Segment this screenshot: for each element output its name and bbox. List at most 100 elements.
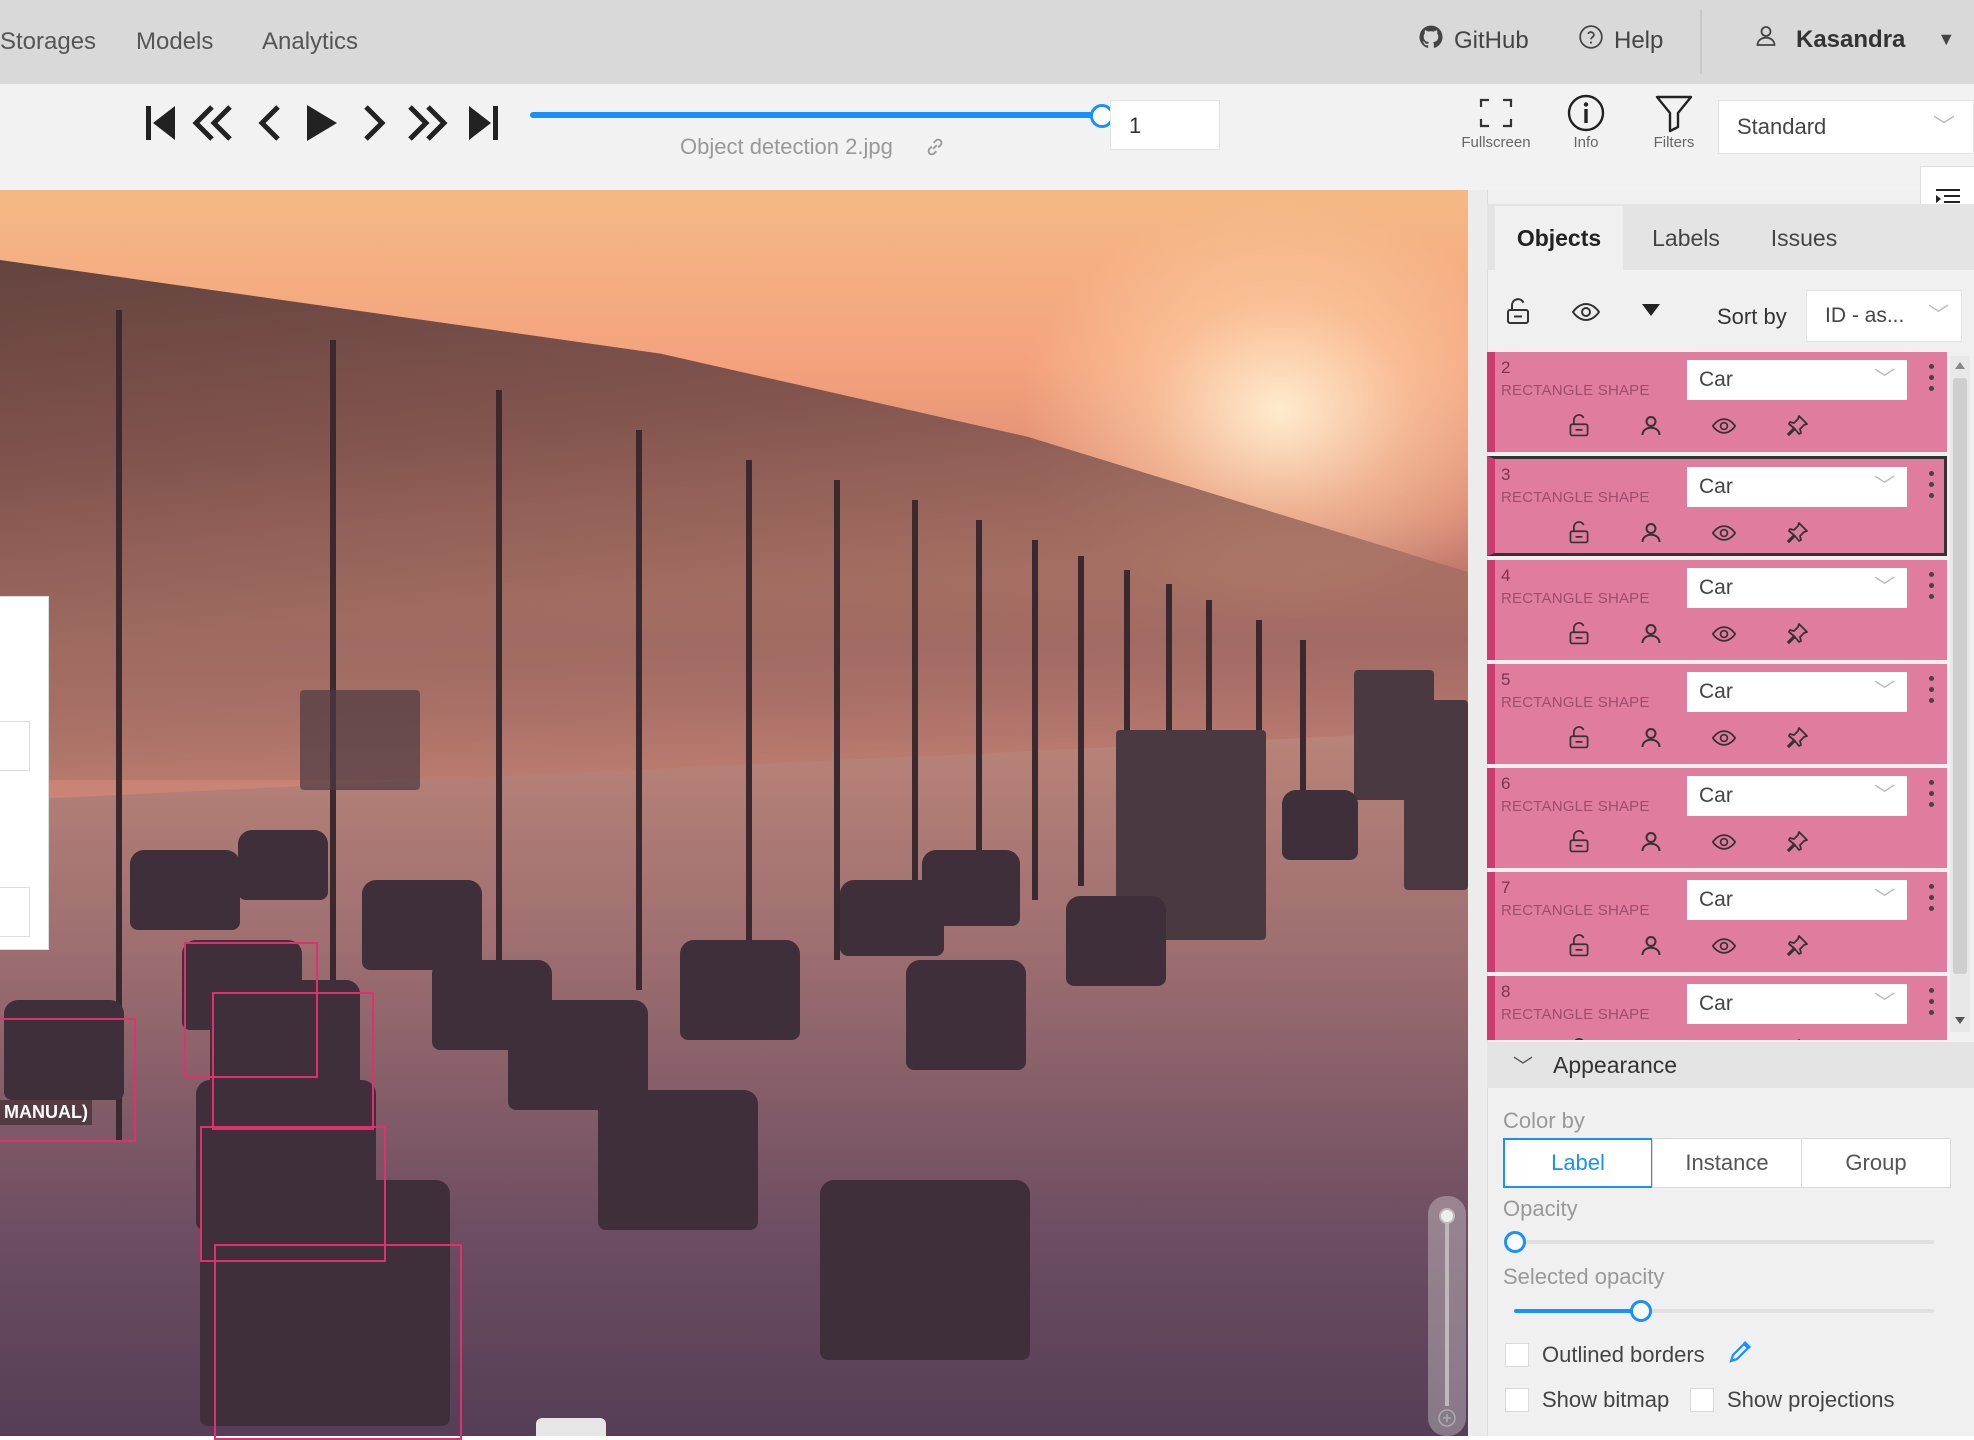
object-label-select[interactable]: Car ﹀ xyxy=(1687,776,1907,816)
lock-icon[interactable] xyxy=(1567,726,1591,755)
scroll-down-icon[interactable] xyxy=(1954,1016,1966,1026)
object-item[interactable]: 2 RECTANGLE SHAPE Car ﹀ xyxy=(1487,352,1947,452)
pin-icon[interactable] xyxy=(1785,830,1809,859)
nav-analytics[interactable]: Analytics xyxy=(262,28,358,56)
play-button[interactable] xyxy=(298,100,344,146)
object-menu-button[interactable] xyxy=(1925,880,1937,920)
filters-button[interactable]: Filters xyxy=(1634,92,1714,151)
object-list-scrollbar[interactable] xyxy=(1950,356,1970,1032)
appearance-section-header[interactable]: ﹀ Appearance xyxy=(1487,1042,1974,1088)
first-frame-button[interactable] xyxy=(138,100,184,146)
lock-icon[interactable] xyxy=(1567,1038,1591,1040)
object-menu-button[interactable] xyxy=(1925,776,1937,816)
object-menu-button[interactable] xyxy=(1925,467,1937,507)
last-frame-button[interactable] xyxy=(460,100,506,146)
eye-icon[interactable] xyxy=(1711,934,1737,963)
panel-select[interactable] xyxy=(0,721,30,771)
user-menu[interactable]: Kasandra ▼ xyxy=(1754,24,1955,55)
nav-models[interactable]: Models xyxy=(136,28,213,56)
previous-frame-button[interactable] xyxy=(246,100,292,146)
zoom-in-icon[interactable] xyxy=(1437,1408,1457,1428)
frame-number-input[interactable]: 1 xyxy=(1110,100,1220,150)
bounding-box[interactable] xyxy=(212,992,374,1130)
info-button[interactable]: Info xyxy=(1546,92,1626,151)
user-icon[interactable] xyxy=(1639,726,1663,755)
back-step-button[interactable] xyxy=(190,100,236,146)
opacity-slider[interactable] xyxy=(1514,1240,1934,1244)
scroll-up-icon[interactable] xyxy=(1954,360,1966,370)
object-item[interactable]: 6 RECTANGLE SHAPE Car ﹀ xyxy=(1487,768,1947,868)
eye-all-icon[interactable] xyxy=(1571,298,1601,331)
lock-icon[interactable] xyxy=(1567,414,1591,443)
pin-icon[interactable] xyxy=(1785,934,1809,963)
user-icon[interactable] xyxy=(1639,1038,1663,1040)
object-label-select[interactable]: Car ﹀ xyxy=(1687,467,1907,507)
user-icon[interactable] xyxy=(1639,521,1663,550)
bottom-panel-toggle[interactable] xyxy=(536,1418,606,1436)
workspace-select[interactable]: Standard ﹀ xyxy=(1718,100,1974,154)
eye-icon[interactable] xyxy=(1711,726,1737,755)
copy-link-icon[interactable] xyxy=(924,136,946,163)
color-by-label-option[interactable]: Label xyxy=(1503,1138,1653,1188)
forward-step-button[interactable] xyxy=(404,100,450,146)
object-item[interactable]: 3 RECTANGLE SHAPE Car ﹀ xyxy=(1487,456,1947,556)
tab-issues[interactable]: Issues xyxy=(1748,206,1860,270)
color-by-instance-option[interactable]: Instance xyxy=(1652,1138,1802,1188)
eye-icon[interactable] xyxy=(1711,622,1737,651)
object-item[interactable]: 4 RECTANGLE SHAPE Car ﹀ xyxy=(1487,560,1947,660)
eye-icon[interactable] xyxy=(1711,521,1737,550)
show-projections-checkbox[interactable] xyxy=(1690,1388,1714,1412)
lock-icon[interactable] xyxy=(1567,622,1591,651)
lock-icon[interactable] xyxy=(1567,934,1591,963)
fullscreen-button[interactable]: Fullscreen xyxy=(1456,92,1536,151)
lock-all-icon[interactable] xyxy=(1505,298,1531,331)
object-menu-button[interactable] xyxy=(1925,984,1937,1024)
next-frame-button[interactable] xyxy=(352,100,398,146)
caret-down-icon[interactable] xyxy=(1641,302,1661,323)
eye-icon[interactable] xyxy=(1711,830,1737,859)
user-icon[interactable] xyxy=(1639,414,1663,443)
zoom-handle[interactable] xyxy=(1439,1208,1455,1224)
pin-icon[interactable] xyxy=(1785,1038,1809,1040)
object-menu-button[interactable] xyxy=(1925,360,1937,400)
pin-icon[interactable] xyxy=(1785,414,1809,443)
object-menu-button[interactable] xyxy=(1925,672,1937,712)
outlined-borders-checkbox[interactable] xyxy=(1505,1343,1529,1367)
canvas-zoom-slider[interactable] xyxy=(1428,1196,1466,1436)
object-item[interactable]: 8 RECTANGLE SHAPE Car ﹀ xyxy=(1487,976,1947,1040)
panel-input[interactable] xyxy=(0,887,30,937)
scrollbar-thumb[interactable] xyxy=(1953,378,1967,974)
color-picker-icon[interactable] xyxy=(1726,1338,1754,1371)
sort-select[interactable]: ID - as... ﹀ xyxy=(1806,290,1962,342)
show-bitmap-checkbox[interactable] xyxy=(1505,1388,1529,1412)
lock-icon[interactable] xyxy=(1567,521,1591,550)
opacity-slider-handle[interactable] xyxy=(1504,1231,1526,1253)
nav-storages[interactable]: Storages xyxy=(0,28,96,56)
help-link[interactable]: Help xyxy=(1578,24,1663,57)
bounding-box[interactable] xyxy=(214,1244,462,1440)
tab-objects[interactable]: Objects xyxy=(1495,206,1623,270)
pin-icon[interactable] xyxy=(1785,622,1809,651)
object-menu-button[interactable] xyxy=(1925,568,1937,608)
bounding-box[interactable] xyxy=(200,1126,386,1262)
object-label-select[interactable]: Car ﹀ xyxy=(1687,360,1907,400)
eye-icon[interactable] xyxy=(1711,1038,1737,1040)
color-by-group-option[interactable]: Group xyxy=(1801,1138,1951,1188)
object-item[interactable]: 5 RECTANGLE SHAPE Car ﹀ xyxy=(1487,664,1947,764)
tab-labels[interactable]: Labels xyxy=(1628,206,1744,270)
pin-icon[interactable] xyxy=(1785,726,1809,755)
user-icon[interactable] xyxy=(1639,830,1663,859)
user-icon[interactable] xyxy=(1639,934,1663,963)
github-link[interactable]: GitHub xyxy=(1418,24,1529,57)
object-label-select[interactable]: Car ﹀ xyxy=(1687,672,1907,712)
frame-slider-track[interactable] xyxy=(530,112,1102,118)
pin-icon[interactable] xyxy=(1785,521,1809,550)
lock-icon[interactable] xyxy=(1567,830,1591,859)
object-label-select[interactable]: Car ﹀ xyxy=(1687,568,1907,608)
object-label-select[interactable]: Car ﹀ xyxy=(1687,984,1907,1024)
user-icon[interactable] xyxy=(1639,622,1663,651)
object-item[interactable]: 7 RECTANGLE SHAPE Car ﹀ xyxy=(1487,872,1947,972)
object-label-select[interactable]: Car ﹀ xyxy=(1687,880,1907,920)
selected-opacity-slider-handle[interactable] xyxy=(1630,1300,1652,1322)
eye-icon[interactable] xyxy=(1711,414,1737,443)
